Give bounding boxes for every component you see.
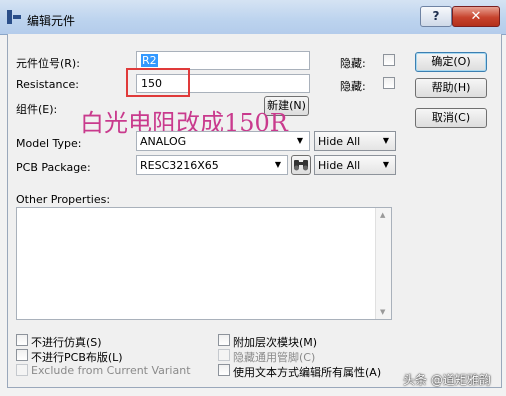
pcb-package-value: RESC3216X65 xyxy=(140,159,219,172)
no-simulate-label: 不进行仿真(S) xyxy=(31,336,102,349)
model-type-visibility-value: Hide All xyxy=(318,135,361,148)
model-type-dropdown[interactable]: ANALOG ▼ xyxy=(136,131,310,151)
exclude-variant-checkbox xyxy=(16,364,28,376)
part-ref-hidden-label: 隐藏: xyxy=(340,57,366,70)
model-type-value: ANALOG xyxy=(140,135,187,148)
part-ref-label: 元件位号(R): xyxy=(16,57,80,70)
ok-button[interactable]: 确定(O) xyxy=(415,52,487,72)
chevron-down-icon: ▼ xyxy=(274,160,282,169)
help-button[interactable]: 帮助(H) xyxy=(415,78,487,98)
component-label: 组件(E): xyxy=(16,103,58,116)
resistance-hidden-checkbox[interactable] xyxy=(383,77,395,89)
component-app-icon xyxy=(7,10,21,24)
close-button[interactable]: ✕ xyxy=(452,6,500,27)
help-title-button[interactable]: ? xyxy=(420,6,452,27)
attach-hierarchy-checkbox[interactable] xyxy=(218,334,230,346)
part-ref-value: R2 xyxy=(141,54,158,67)
hide-common-pins-checkbox xyxy=(218,349,230,361)
window-title: 编辑元件 xyxy=(27,14,76,28)
highlight-box xyxy=(126,68,190,97)
scroll-up-icon[interactable]: ▲ xyxy=(380,211,385,219)
edit-text-mode-label: 使用文本方式编辑所有属性(A) xyxy=(233,366,382,379)
part-ref-hidden-checkbox[interactable] xyxy=(383,54,395,66)
pcb-package-visibility-dropdown[interactable]: Hide All ▼ xyxy=(314,155,396,175)
other-properties-label: Other Properties: xyxy=(16,193,111,206)
chevron-down-icon: ▼ xyxy=(382,160,390,169)
exclude-variant-label: Exclude from Current Variant xyxy=(31,364,191,377)
no-pcb-label: 不进行PCB布版(L) xyxy=(31,351,123,364)
edit-text-mode-checkbox[interactable] xyxy=(218,364,230,376)
other-properties-textarea[interactable]: ▲ ▼ xyxy=(16,207,392,320)
attach-hierarchy-label: 附加层次模块(M) xyxy=(233,336,318,349)
binoculars-icon xyxy=(294,160,308,171)
pcb-package-label: PCB Package: xyxy=(16,161,91,174)
watermark-text: 头条 @道矩雅韵 xyxy=(403,373,491,387)
title-bar: 编辑元件 ? ✕ xyxy=(0,0,506,35)
no-pcb-checkbox[interactable] xyxy=(16,349,28,361)
resistance-label: Resistance: xyxy=(16,78,79,91)
resistance-hidden-label: 隐藏: xyxy=(340,80,366,93)
model-type-visibility-dropdown[interactable]: Hide All ▼ xyxy=(314,131,396,151)
scroll-down-icon[interactable]: ▼ xyxy=(380,308,385,316)
cancel-button[interactable]: 取消(C) xyxy=(415,108,487,128)
chevron-down-icon: ▼ xyxy=(296,136,304,145)
pcb-package-visibility-value: Hide All xyxy=(318,159,361,172)
hide-common-pins-label: 隐藏通用管脚(C) xyxy=(233,351,316,364)
model-type-label: Model Type: xyxy=(16,137,82,150)
properties-scrollbar[interactable]: ▲ ▼ xyxy=(375,208,391,319)
package-browse-button[interactable] xyxy=(291,155,311,175)
pcb-package-dropdown[interactable]: RESC3216X65 ▼ xyxy=(136,155,288,175)
no-simulate-checkbox[interactable] xyxy=(16,334,28,346)
chevron-down-icon: ▼ xyxy=(382,136,390,145)
